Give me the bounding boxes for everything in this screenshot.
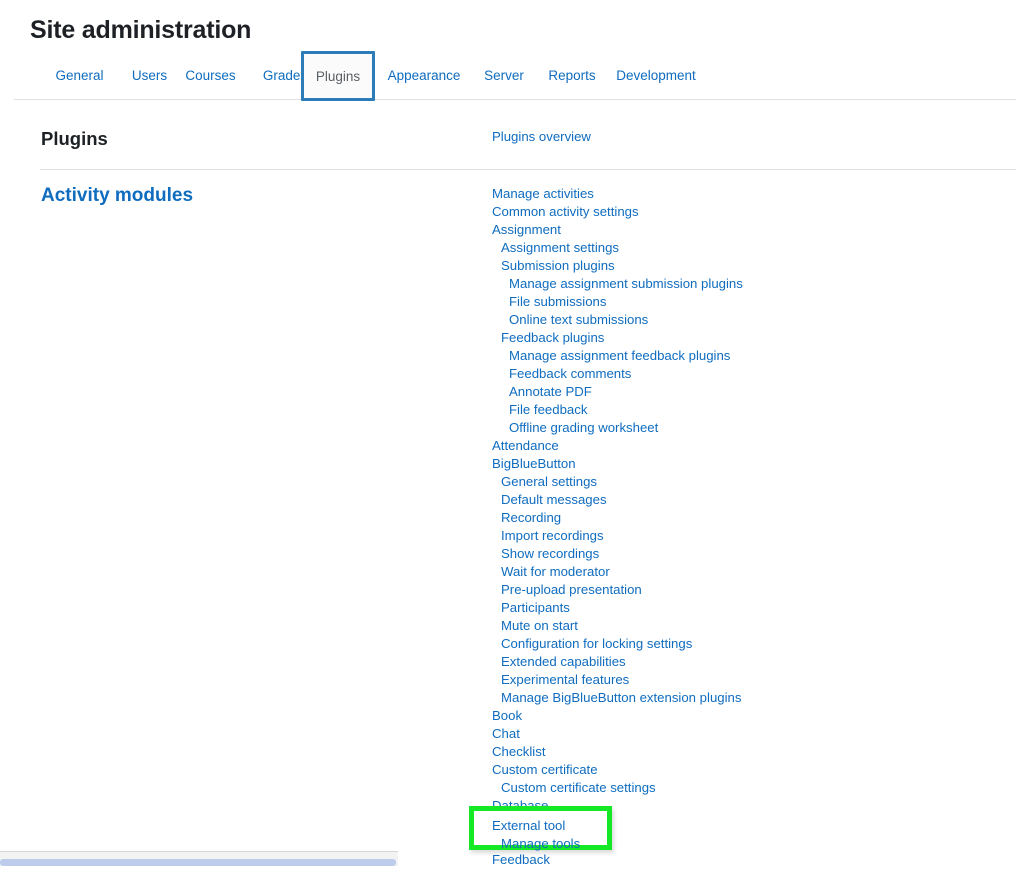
tab-plugins[interactable]: Plugins <box>301 51 375 101</box>
section-heading: Plugins <box>41 128 108 149</box>
site-admin-tab-bar: General Users Courses Grades Plugins Appearan… <box>14 51 1016 101</box>
tab-general[interactable]: General <box>42 52 117 99</box>
tab-courses[interactable]: Courses <box>172 52 249 99</box>
plugin-link-recording[interactable]: Recording <box>492 509 743 527</box>
plugin-link-bigbluebutton[interactable]: BigBlueButton <box>492 455 743 473</box>
plugin-link-feedback[interactable]: Feedback <box>492 851 743 869</box>
horizontal-scrollbar-track[interactable] <box>0 851 398 866</box>
tab-label: Server <box>484 68 524 83</box>
plugin-link-file-feedback[interactable]: File feedback <box>492 401 743 419</box>
plugin-link-feedback-comments[interactable]: Feedback comments <box>492 365 743 383</box>
plugin-link-wait-for-moderator[interactable]: Wait for moderator <box>492 563 743 581</box>
plugin-link-attendance[interactable]: Attendance <box>492 437 743 455</box>
plugin-link-custom-certificate[interactable]: Custom certificate <box>492 761 743 779</box>
tab-label: General <box>55 68 104 83</box>
tab-server[interactable]: Server <box>469 52 539 99</box>
plugin-link-common-activity-settings[interactable]: Common activity settings <box>492 203 743 221</box>
plugin-link-plugins-overview[interactable]: Plugins overview <box>492 128 591 146</box>
tab-label: Reports <box>548 68 596 83</box>
tab-appearance[interactable]: Appearance <box>376 52 472 99</box>
plugin-link-pre-upload-presentation[interactable]: Pre-upload presentation <box>492 581 743 599</box>
plugin-link-participants[interactable]: Participants <box>492 599 743 617</box>
highlight-box-external-tool: External tool Manage tools <box>469 806 612 853</box>
tab-label: Users <box>131 68 168 83</box>
plugin-link-chat[interactable]: Chat <box>492 725 743 743</box>
plugin-link-custom-certificate-settings[interactable]: Custom certificate settings <box>492 779 743 797</box>
page-title: Site administration <box>30 16 252 44</box>
plugin-link-assignment-settings[interactable]: Assignment settings <box>492 239 743 257</box>
plugin-link-mute-on-start[interactable]: Mute on start <box>492 617 743 635</box>
plugin-link-checklist[interactable]: Checklist <box>492 743 743 761</box>
highlight-link-manage-tools[interactable]: Manage tools <box>492 835 580 853</box>
plugin-link-show-recordings[interactable]: Show recordings <box>492 545 743 563</box>
plugin-link-manage-bigbluebutton-extension-plugins[interactable]: Manage BigBlueButton extension plugins <box>492 689 743 707</box>
plugin-link-offline-grading-worksheet[interactable]: Offline grading worksheet <box>492 419 743 437</box>
plugin-link-manage-assignment-submission-plugins[interactable]: Manage assignment submission plugins <box>492 275 743 293</box>
plugin-link-extended-capabilities[interactable]: Extended capabilities <box>492 653 743 671</box>
highlight-link-external-tool[interactable]: External tool <box>492 817 565 835</box>
plugin-link-manage-activities[interactable]: Manage activities <box>492 185 743 203</box>
plugin-link-submission-plugins[interactable]: Submission plugins <box>492 257 743 275</box>
plugin-link-manage-assignment-feedback-plugins[interactable]: Manage assignment feedback plugins <box>492 347 743 365</box>
plugin-link-file-submissions[interactable]: File submissions <box>492 293 743 311</box>
tab-development[interactable]: Development <box>604 52 708 99</box>
plugin-link-book[interactable]: Book <box>492 707 743 725</box>
plugin-link-feedback-plugins[interactable]: Feedback plugins <box>492 329 743 347</box>
plugin-link-annotate-pdf[interactable]: Annotate PDF <box>492 383 743 401</box>
section-divider <box>40 169 1016 170</box>
plugin-link-import-recordings[interactable]: Import recordings <box>492 527 743 545</box>
horizontal-scrollbar-thumb[interactable] <box>0 859 396 866</box>
tab-reports[interactable]: Reports <box>534 52 610 99</box>
plugin-link-assignment[interactable]: Assignment <box>492 221 743 239</box>
tab-label: Plugins <box>315 68 361 84</box>
section-link-list: Plugins overview <box>492 128 591 146</box>
plugin-link-configuration-for-locking-settings[interactable]: Configuration for locking settings <box>492 635 743 653</box>
tab-label: Appearance <box>387 68 461 83</box>
plugin-link-experimental-features[interactable]: Experimental features <box>492 671 743 689</box>
plugin-link-general-settings[interactable]: General settings <box>492 473 743 491</box>
plugin-link-online-text-submissions[interactable]: Online text submissions <box>492 311 743 329</box>
tab-label: Development <box>616 68 696 83</box>
plugin-link-default-messages[interactable]: Default messages <box>492 491 743 509</box>
tab-label: Courses <box>185 68 236 83</box>
section-link-list: Manage activities Common activity setting… <box>492 185 743 869</box>
section-heading[interactable]: Activity modules <box>41 184 193 207</box>
